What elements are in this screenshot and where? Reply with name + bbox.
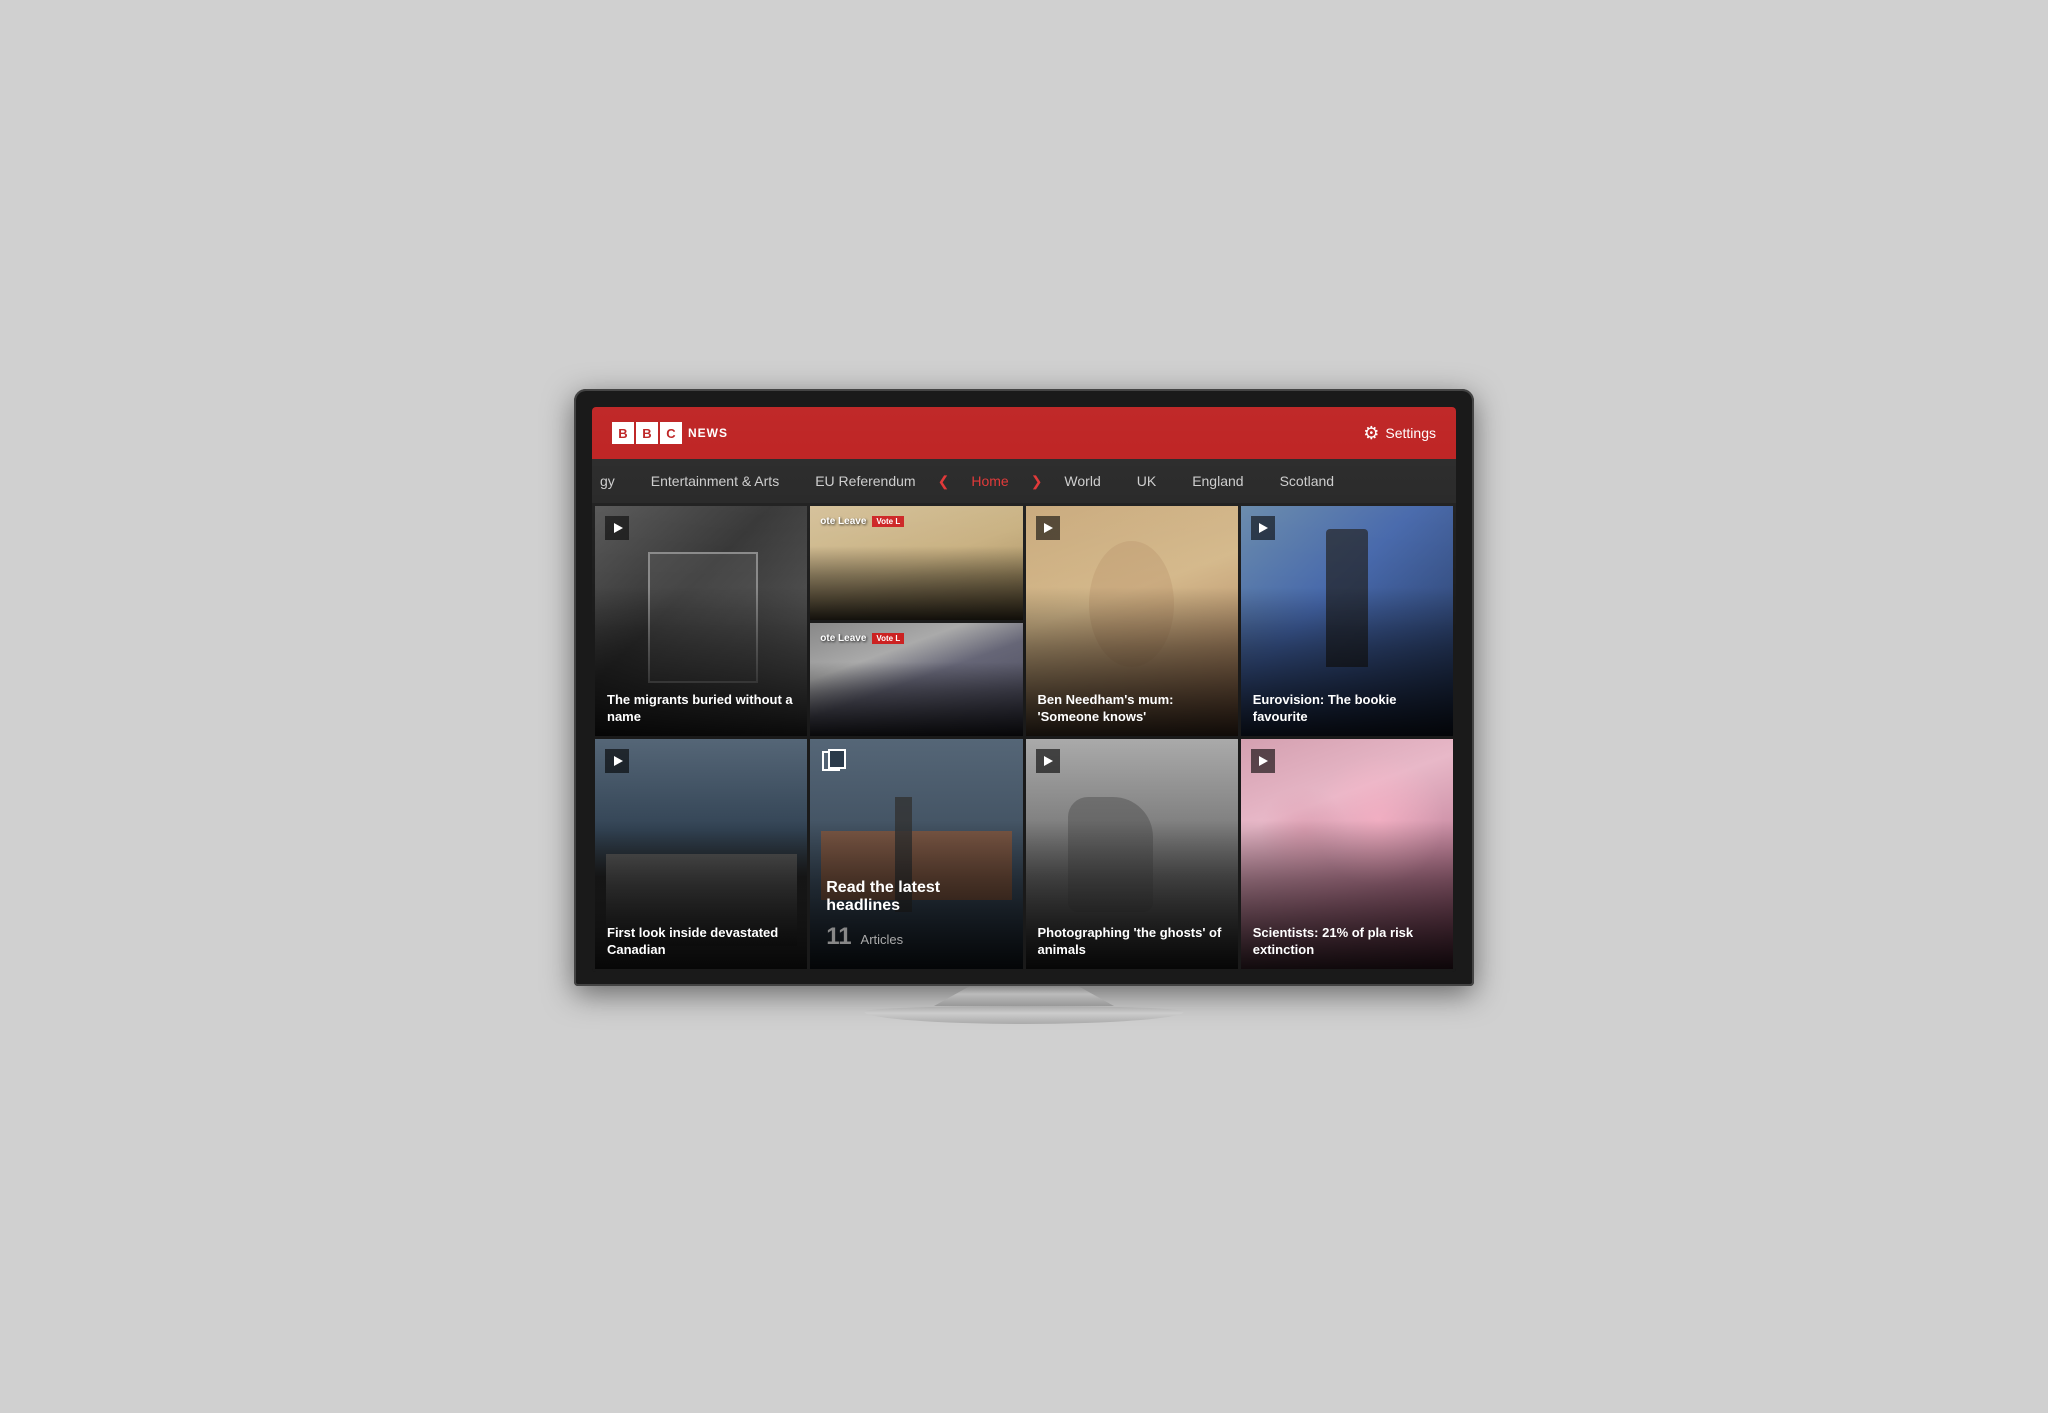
card-migrants-text: The migrants buried without a name [607, 692, 795, 726]
card-eu-bottom-overlay [810, 662, 1022, 736]
headlines-copy-icon [822, 751, 840, 771]
play-icon-ben-needham [1036, 516, 1060, 540]
play-icon-ghosts [1036, 749, 1060, 773]
vote-leave-text-bottom: ote Leave [820, 633, 866, 644]
play-triangle-pl [1259, 756, 1268, 766]
nav-item-england[interactable]: England [1174, 459, 1261, 503]
play-icon-plants [1251, 749, 1275, 773]
bbc-boxes: B B C [612, 422, 682, 444]
nav-item-uk[interactable]: UK [1119, 459, 1174, 503]
play-icon-migrants [605, 516, 629, 540]
tv-stand [864, 986, 1184, 1024]
tv-wrapper: B B C NEWS ⚙ Settings gy Entertainment [574, 389, 1474, 1024]
nav-item-world[interactable]: World [1046, 459, 1118, 503]
card-ghosts-text: Photographing 'the ghosts' of animals [1038, 925, 1226, 959]
card-ben-needham[interactable]: Ben Needham's mum: 'Someone knows' [1026, 506, 1238, 736]
play-icon-eurovision [1251, 516, 1275, 540]
headlines-title: Read the latest headlines [826, 879, 1006, 915]
tv-base [864, 1006, 1184, 1024]
vote-leave-text-top: ote Leave [820, 516, 866, 527]
tv-screen-container: B B C NEWS ⚙ Settings gy Entertainment [574, 389, 1474, 986]
vote-leave-top: ote Leave Vote L [820, 516, 904, 527]
bbc-box-b2: B [636, 422, 658, 444]
card-plants-text: Scientists: 21% of pla risk extinction [1253, 925, 1441, 959]
card-ben-needham-title: Ben Needham's mum: 'Someone knows' [1038, 692, 1226, 726]
card-eu-top-overlay [810, 546, 1022, 620]
card-plants[interactable]: Scientists: 21% of pla risk extinction [1241, 739, 1453, 969]
articles-number: 11 [826, 923, 851, 950]
nav-item-entertainment[interactable]: Entertainment & Arts [633, 459, 797, 503]
vote-leave-bottom: ote Leave Vote L [820, 633, 904, 644]
play-triangle [614, 523, 623, 533]
card-eurovision-text: Eurovision: The bookie favourite [1253, 692, 1441, 726]
headlines-count-row: 11 Articles [826, 923, 1006, 951]
bbc-news-label: NEWS [688, 426, 728, 440]
play-triangle-bn [1044, 523, 1053, 533]
card-plants-title: Scientists: 21% of pla risk extinction [1253, 925, 1441, 959]
tv-screen: B B C NEWS ⚙ Settings gy Entertainment [592, 407, 1456, 972]
play-triangle-ca [614, 756, 623, 766]
card-canada-title: First look inside devastated Canadian [607, 925, 795, 959]
card-eurovision[interactable]: Eurovision: The bookie favourite [1241, 506, 1453, 736]
headlines-content: Read the latest headlines 11 Articles [826, 879, 1006, 951]
bbc-logo: B B C NEWS [612, 422, 728, 444]
nav-item-eu[interactable]: EU Referendum [797, 459, 933, 503]
card-eu-container: ote Leave Vote L ote Leave Vote L [810, 506, 1022, 736]
play-triangle-ev [1259, 523, 1268, 533]
gear-icon: ⚙ [1363, 423, 1379, 444]
card-migrants[interactable]: The migrants buried without a name [595, 506, 807, 736]
settings-label: Settings [1385, 425, 1436, 441]
card-ben-needham-text: Ben Needham's mum: 'Someone knows' [1038, 692, 1226, 726]
card-canada-text: First look inside devastated Canadian [607, 925, 795, 959]
bbc-box-b1: B [612, 422, 634, 444]
bbc-box-c: C [660, 422, 682, 444]
card-ghosts-title: Photographing 'the ghosts' of animals [1038, 925, 1226, 959]
card-canada[interactable]: First look inside devastated Canadian [595, 739, 807, 969]
vote-l-badge-top: Vote L [872, 516, 904, 527]
vote-l-badge-bottom: Vote L [872, 633, 904, 644]
nav-item-scotland[interactable]: Scotland [1262, 459, 1352, 503]
nav-arrow-left[interactable]: ❮ [934, 473, 954, 490]
content-grid: The migrants buried without a name ote L… [592, 503, 1456, 972]
header: B B C NEWS ⚙ Settings [592, 407, 1456, 459]
tv-neck [934, 986, 1114, 1006]
card-headlines[interactable]: Read the latest headlines 11 Articles [810, 739, 1022, 969]
card-migrants-title: The migrants buried without a name [607, 692, 795, 726]
card-eu-bottom[interactable]: ote Leave Vote L [810, 623, 1022, 737]
settings-button[interactable]: ⚙ Settings [1363, 423, 1436, 444]
nav-arrow-right[interactable]: ❯ [1027, 473, 1047, 490]
articles-label: Articles [861, 932, 904, 947]
card-eu-top[interactable]: ote Leave Vote L [810, 506, 1022, 620]
play-icon-canada [605, 749, 629, 773]
nav-item-home[interactable]: Home [953, 459, 1026, 503]
play-triangle-gh [1044, 756, 1053, 766]
card-ghosts[interactable]: Photographing 'the ghosts' of animals [1026, 739, 1238, 969]
nav-item-partial[interactable]: gy [592, 459, 633, 503]
card-eurovision-title: Eurovision: The bookie favourite [1253, 692, 1441, 726]
nav-bar: gy Entertainment & Arts EU Referendum ❮ … [592, 459, 1456, 503]
